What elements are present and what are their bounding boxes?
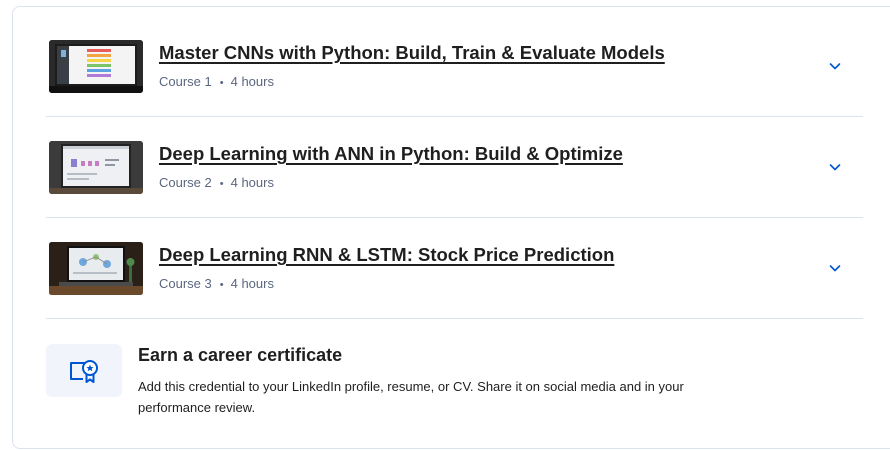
course-title-link-3[interactable]: Deep Learning RNN & LSTM: Stock Price Pr…: [159, 244, 614, 266]
chevron-down-icon[interactable]: [827, 159, 843, 175]
course-number-label: Course 1: [159, 74, 212, 89]
course-duration: 4 hours: [230, 175, 274, 190]
certificate-icon: [70, 360, 98, 383]
certificate-title: Earn a career certificate: [138, 345, 343, 365]
course-thumbnail-3: [49, 242, 143, 295]
separator-dot: •: [219, 178, 224, 190]
course-duration: 4 hours: [230, 276, 274, 291]
separator-dot: •: [219, 77, 224, 89]
course-meta-3: Course 3 • 4 hours: [159, 276, 274, 291]
course-thumbnail-2: [49, 141, 143, 194]
course-number-label: Course 3: [159, 276, 212, 291]
course-item-3[interactable]: Deep Learning RNN & LSTM: Stock Price Pr…: [46, 218, 863, 319]
separator-dot: •: [219, 279, 224, 291]
certificate-description: Add this credential to your LinkedIn pro…: [138, 379, 684, 415]
course-thumbnail-1: [49, 40, 143, 93]
certificate-icon-box: [46, 344, 122, 397]
course-meta-2: Course 2 • 4 hours: [159, 175, 274, 190]
course-title-link-1[interactable]: Master CNNs with Python: Build, Train & …: [159, 42, 665, 64]
course-title-link-2[interactable]: Deep Learning with ANN in Python: Build …: [159, 143, 623, 165]
course-meta-1: Course 1 • 4 hours: [159, 74, 274, 89]
course-divider: [46, 318, 863, 319]
chevron-down-icon[interactable]: [827, 58, 843, 74]
chevron-down-icon[interactable]: [827, 260, 843, 276]
course-item-2[interactable]: Deep Learning with ANN in Python: Build …: [46, 117, 863, 218]
course-number-label: Course 2: [159, 175, 212, 190]
course-duration: 4 hours: [230, 74, 274, 89]
course-item-1[interactable]: Master CNNs with Python: Build, Train & …: [46, 16, 863, 117]
